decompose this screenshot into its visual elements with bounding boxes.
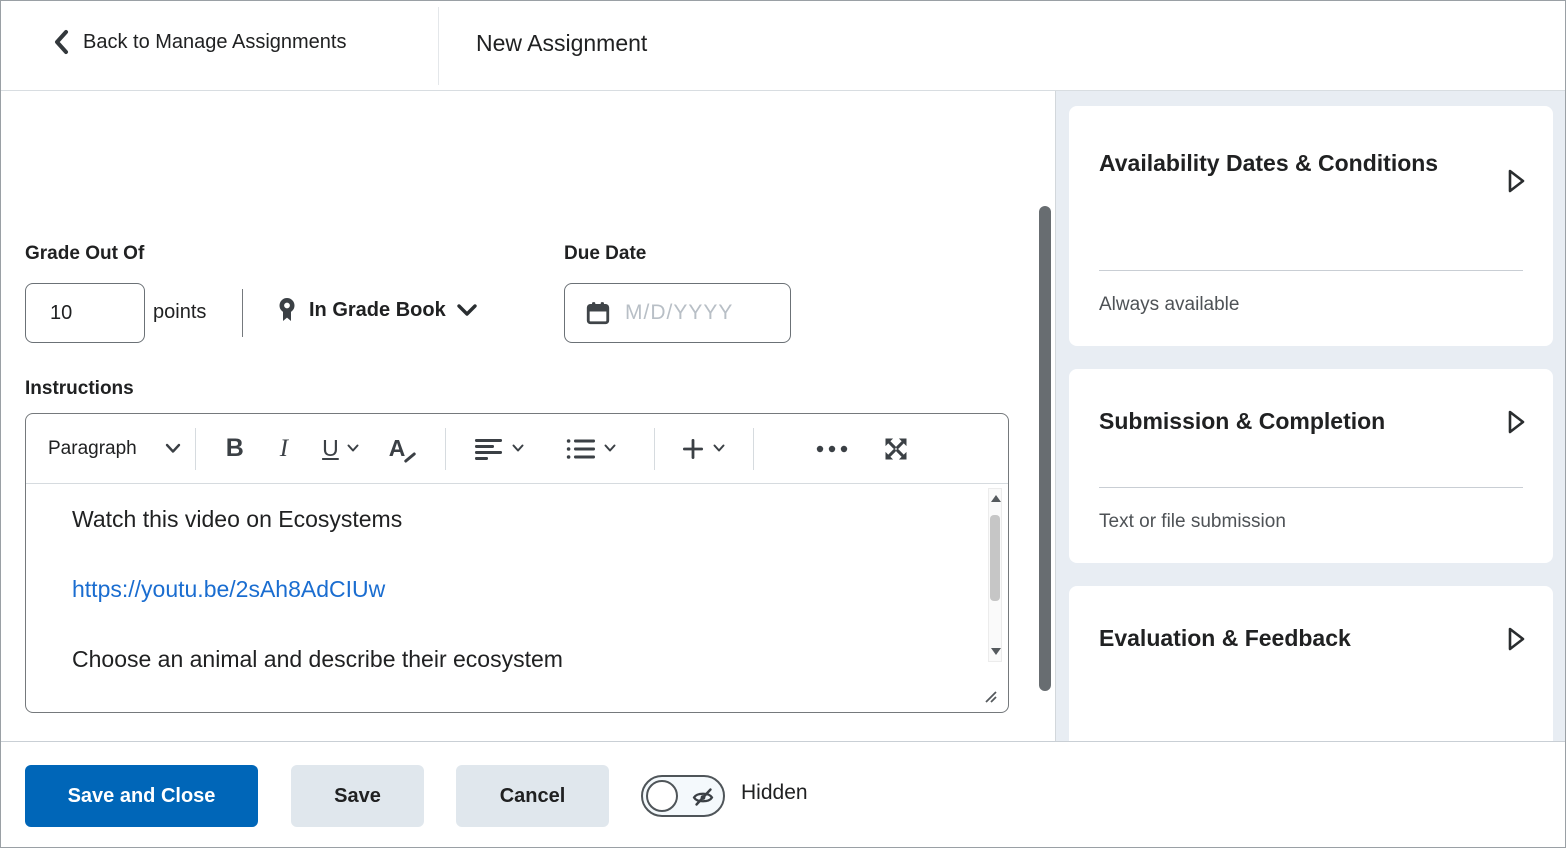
paragraph-format-dropdown[interactable]: Paragraph [48, 438, 181, 460]
back-to-manage-assignments-button[interactable]: Back to Manage Assignments [53, 29, 346, 55]
instructions-text-area[interactable]: Watch this video on Ecosystems https://y… [27, 484, 985, 680]
bold-button[interactable]: B [226, 434, 244, 463]
chevron-down-icon [713, 444, 725, 453]
caret-right-icon[interactable] [1505, 409, 1527, 435]
in-grade-book-label: In Grade Book [309, 299, 446, 322]
save-button[interactable]: Save [291, 765, 424, 827]
chevron-down-icon [456, 303, 478, 317]
page-title: New Assignment [476, 30, 647, 57]
due-date-label: Due Date [564, 243, 646, 265]
insert-dropdown[interactable] [681, 437, 725, 461]
chevron-down-icon [165, 443, 181, 454]
editor-resize-handle[interactable] [980, 686, 998, 704]
grade-section-divider [242, 289, 243, 337]
toggle-knob[interactable] [646, 780, 678, 812]
panel-title: Submission & Completion [1099, 399, 1529, 443]
panel-title: Availability Dates & Conditions [1099, 141, 1489, 185]
list-dropdown[interactable] [566, 438, 616, 460]
align-left-icon [474, 438, 504, 460]
hidden-label: Hidden [741, 781, 808, 805]
chevron-left-icon [53, 29, 69, 55]
instructions-label: Instructions [25, 378, 134, 400]
hidden-visibility-toggle[interactable] [641, 775, 725, 817]
eye-slash-icon [691, 785, 715, 809]
panel-divider [1099, 487, 1523, 488]
submission-completion-panel[interactable]: Submission & Completion Text or file sub… [1069, 369, 1553, 563]
settings-sidebar: Availability Dates & Conditions Always a… [1056, 91, 1566, 848]
panel-summary: Text or file submission [1099, 511, 1286, 533]
cancel-button[interactable]: Cancel [456, 765, 609, 827]
scroll-down-arrow-icon[interactable] [991, 648, 1001, 655]
back-label: Back to Manage Assignments [83, 31, 346, 54]
calendar-icon [585, 300, 611, 326]
italic-button[interactable]: I [280, 435, 288, 463]
ellipsis-icon [816, 445, 848, 453]
top-header: Back to Manage Assignments New Assignmen… [1, 1, 1565, 91]
grade-out-of-label: Grade Out Of [25, 243, 144, 265]
editor-toolbar: Paragraph B I U A [26, 414, 1008, 484]
save-and-close-button[interactable]: Save and Close [25, 765, 258, 827]
toolbar-divider [445, 428, 446, 470]
instructions-line-1: Watch this video on Ecosystems [72, 506, 402, 533]
alignment-dropdown[interactable] [474, 438, 524, 460]
main-content: Standards Grade Out Of points In Grade B… [1, 91, 1031, 848]
new-assignment-page: Back to Manage Assignments New Assignmen… [0, 0, 1566, 848]
due-date-input[interactable]: M/D/YYYY [564, 283, 791, 343]
more-actions-button[interactable] [816, 445, 848, 453]
chevron-down-icon [604, 444, 616, 453]
main-scrollbar-thumb[interactable] [1039, 206, 1051, 691]
underline-dropdown[interactable]: U [322, 435, 359, 462]
bullet-list-icon [566, 438, 596, 460]
font-color-button[interactable]: A [389, 435, 406, 462]
header-divider [438, 7, 439, 85]
instructions-rich-text-editor: Paragraph B I U A [25, 413, 1009, 713]
grade-points-input[interactable] [25, 283, 145, 343]
points-unit-label: points [153, 301, 206, 324]
toolbar-divider [753, 428, 754, 470]
caret-right-icon[interactable] [1505, 626, 1527, 652]
chevron-down-icon [347, 444, 359, 453]
plus-icon [681, 437, 705, 461]
chevron-down-icon [512, 444, 524, 453]
panel-title: Evaluation & Feedback [1099, 616, 1529, 660]
caret-right-icon[interactable] [1505, 168, 1527, 194]
in-grade-book-dropdown[interactable]: In Grade Book [275, 297, 478, 323]
toolbar-divider [654, 428, 655, 470]
action-footer: Save and Close Save Cancel Hidden [1, 741, 1565, 848]
editor-scrollbar[interactable] [988, 488, 1002, 662]
panel-divider [1099, 270, 1523, 271]
panel-summary: Always available [1099, 294, 1239, 316]
expand-fullscreen-icon [882, 435, 910, 463]
paragraph-format-label: Paragraph [48, 438, 137, 460]
scroll-up-arrow-icon[interactable] [991, 495, 1001, 502]
youtube-link[interactable]: https://youtu.be/2sAh8AdCIUw [72, 576, 385, 603]
instructions-line-3: Choose an animal and describe their ecos… [72, 646, 563, 673]
due-date-placeholder: M/D/YYYY [625, 301, 733, 325]
toolbar-divider [195, 428, 196, 470]
availability-dates-conditions-panel[interactable]: Availability Dates & Conditions Always a… [1069, 106, 1553, 346]
editor-scrollbar-thumb[interactable] [990, 515, 1000, 601]
fullscreen-button[interactable] [882, 435, 910, 463]
grade-medal-icon [275, 297, 299, 323]
